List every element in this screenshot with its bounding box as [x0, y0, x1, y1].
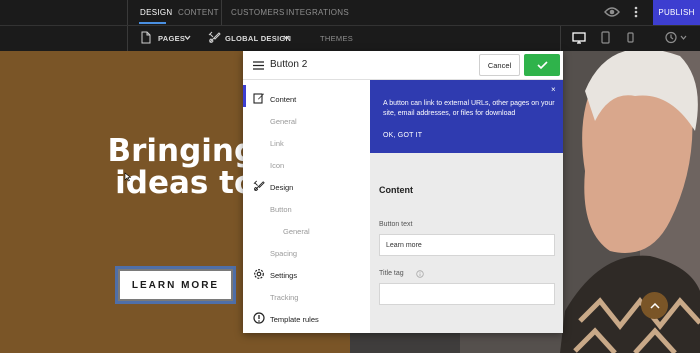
scroll-to-top-button[interactable]	[641, 292, 668, 319]
eye-icon[interactable]	[603, 5, 621, 19]
mobile-icon[interactable]	[625, 31, 635, 44]
info-icon[interactable]	[415, 269, 424, 278]
section-title: Content	[379, 185, 413, 195]
panel-content: × A button can link to external URLs, ot…	[370, 80, 563, 333]
hamburger-menu-icon[interactable]	[252, 60, 264, 71]
chevron-down-icon[interactable]	[282, 33, 290, 41]
sidebar-item-content[interactable]: Content	[243, 89, 370, 109]
sidebar-item-label: Link	[270, 139, 284, 148]
tab-content[interactable]: CONTENT	[178, 8, 219, 17]
sidebar-item-label: General	[283, 227, 310, 236]
nav-customers[interactable]: CUSTOMERS	[231, 8, 285, 17]
pages-menu[interactable]: PAGES	[158, 34, 185, 43]
sidebar-item-label: Content	[270, 95, 297, 104]
panel-sidebar: Content General Link Icon Design Button …	[243, 80, 370, 333]
sidebar-item-label: General	[270, 117, 297, 126]
panel-title: Button 2	[270, 59, 308, 70]
confirm-button[interactable]	[524, 54, 560, 76]
got-it-button[interactable]: OK, GOT IT	[383, 132, 422, 139]
divider	[560, 26, 561, 52]
desktop-icon[interactable]	[571, 31, 586, 44]
nav-integrations[interactable]: INTEGRATIONS	[286, 8, 349, 17]
sidebar-item-spacing[interactable]: Spacing	[243, 243, 370, 263]
tab-design[interactable]: DESIGN	[140, 8, 172, 17]
sidebar-item-label: Settings	[270, 271, 298, 280]
page-icon	[140, 30, 152, 45]
info-tooltip: × A button can link to external URLs, ot…	[370, 80, 563, 153]
sidebar-item-label: Spacing	[270, 249, 298, 258]
sidebar-item-label: Design	[270, 183, 294, 192]
sidebar-item-link[interactable]: Link	[243, 133, 370, 153]
top-navigation-bar: DESIGN CONTENT CUSTOMERS INTEGRATIONS PU…	[0, 0, 700, 25]
themes-menu[interactable]: THEMES	[320, 34, 353, 43]
publish-button[interactable]: PUBLISH	[653, 0, 700, 25]
sidebar-item-button[interactable]: Button	[243, 199, 370, 219]
sidebar-item-template-rules[interactable]: Template rules	[243, 309, 370, 329]
divider	[127, 0, 128, 25]
sidebar-item-button-general[interactable]: General	[243, 221, 370, 241]
paint-brush-icon	[207, 30, 222, 45]
cancel-button[interactable]: Cancel	[479, 54, 520, 76]
check-icon	[536, 61, 548, 69]
learn-more-button[interactable]: LEARN MORE	[118, 269, 233, 301]
sidebar-item-tracking[interactable]: Tracking	[243, 287, 370, 307]
button-settings-panel: Button 2 Cancel Content General Link Ico…	[243, 51, 563, 333]
button-text-field[interactable]: Learn more	[379, 234, 555, 256]
tooltip-text: A button can link to external URLs, othe…	[383, 100, 555, 117]
alert-circle-icon	[253, 312, 265, 326]
active-tab-indicator	[139, 22, 166, 24]
title-tag-label: Title tag	[379, 270, 404, 277]
divider	[127, 26, 128, 52]
mouse-cursor-icon	[123, 172, 131, 182]
sidebar-item-settings[interactable]: Settings	[243, 265, 370, 285]
sidebar-item-label: Icon	[270, 161, 285, 170]
sidebar-item-design[interactable]: Design	[243, 177, 370, 197]
more-vertical-icon[interactable]	[630, 5, 642, 19]
gear-icon	[253, 268, 265, 282]
divider	[221, 0, 222, 25]
sidebar-item-label: Button	[270, 205, 292, 214]
chevron-down-icon[interactable]	[183, 33, 191, 41]
tablet-icon[interactable]	[599, 30, 611, 45]
history-icon[interactable]	[663, 30, 689, 45]
panel-header: Button 2 Cancel	[243, 51, 563, 80]
paint-brush-icon	[253, 180, 265, 194]
edit-icon	[253, 92, 265, 106]
close-icon[interactable]: ×	[551, 85, 556, 94]
title-tag-field[interactable]	[379, 283, 555, 305]
button-text-label: Button text	[379, 221, 413, 228]
sidebar-item-general[interactable]: General	[243, 111, 370, 131]
sidebar-item-icon[interactable]: Icon	[243, 155, 370, 175]
sidebar-item-label: Tracking	[270, 293, 299, 302]
chevron-up-icon	[649, 302, 660, 309]
sidebar-item-label: Template rules	[270, 315, 319, 324]
